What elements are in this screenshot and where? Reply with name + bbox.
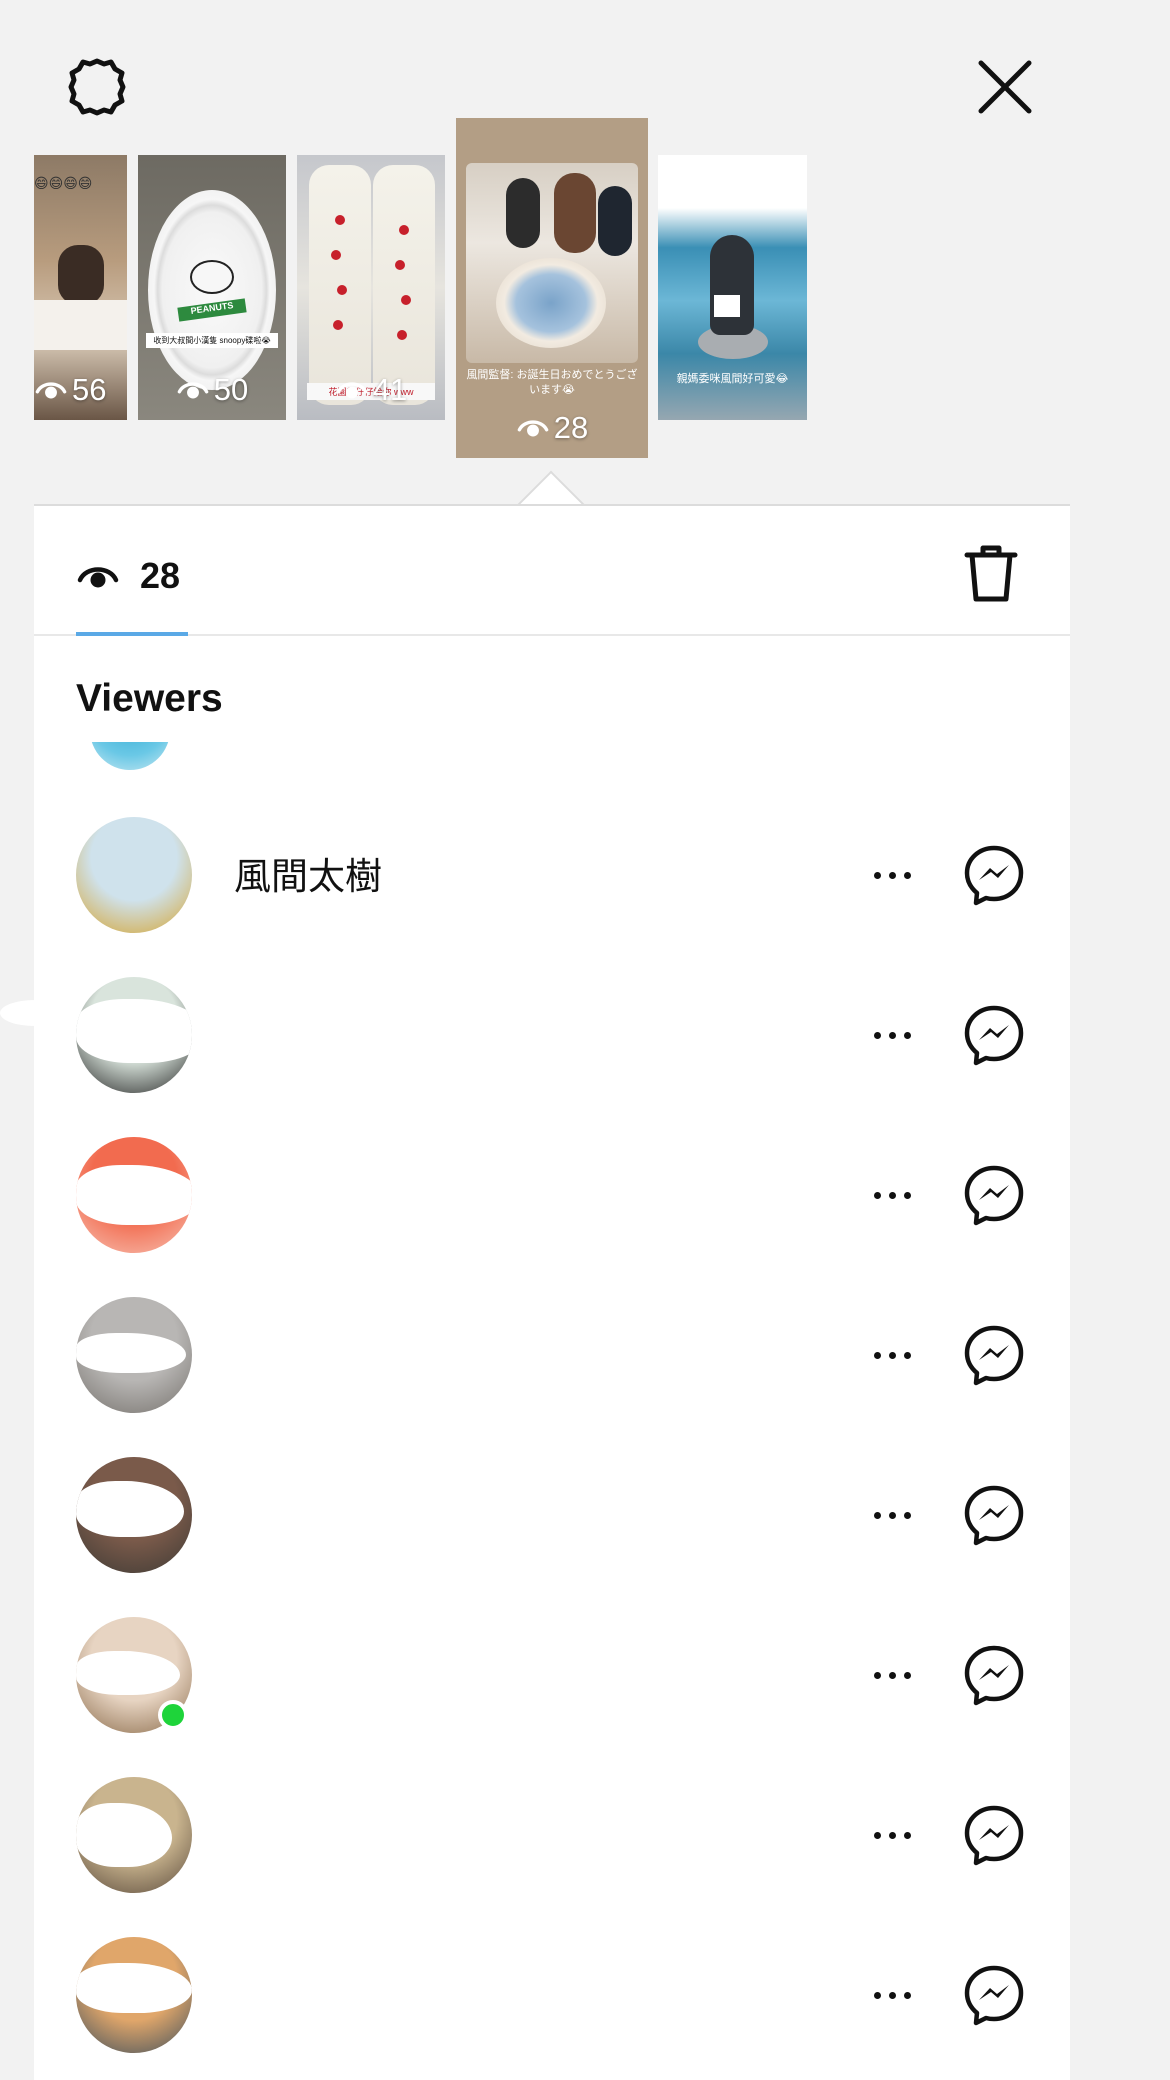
story-thumbnail[interactable]: 😄😄😄😄 56 xyxy=(34,155,127,420)
cherry-pattern xyxy=(335,215,345,225)
thumbnail-emoji: 😄😄😄😄 xyxy=(34,175,93,191)
story-thumbnail[interactable]: 花園般仔仔給你 www 41 xyxy=(297,155,445,420)
viewer-name[interactable]: 風間太樹 xyxy=(234,846,382,900)
messenger-icon[interactable] xyxy=(962,1483,1026,1547)
viewer-row[interactable] xyxy=(34,1930,1070,2080)
thumbnail-caption: 收到大叔間小漢隻 snoopy碟啦😭 xyxy=(146,333,278,348)
messenger-icon[interactable] xyxy=(962,843,1026,907)
figure-toy xyxy=(506,178,540,248)
view-count: 28 xyxy=(456,410,648,446)
avatar[interactable] xyxy=(76,1297,192,1413)
story-thumbnail[interactable]: PEANUTS 收到大叔間小漢隻 snoopy碟啦😭 50 xyxy=(138,155,286,420)
viewer-row[interactable] xyxy=(34,1290,1070,1450)
more-dots-icon[interactable] xyxy=(862,850,922,900)
story-thumbnail[interactable]: 親媽委咪風間好可愛😂 xyxy=(658,155,807,420)
viewer-row[interactable] xyxy=(34,1130,1070,1290)
avatar[interactable] xyxy=(90,742,170,772)
eye-icon xyxy=(336,382,368,399)
redaction-mark xyxy=(76,999,192,1063)
viewer-row[interactable]: 風間太樹 xyxy=(34,810,1070,970)
eye-icon xyxy=(35,382,67,399)
panel-divider xyxy=(34,504,1070,506)
thumbnail-caption: 風間監督: お誕生日おめでとうございます😭 xyxy=(466,369,638,396)
active-tab-indicator xyxy=(76,632,188,636)
view-count-number: 50 xyxy=(213,372,249,407)
more-dots-icon[interactable] xyxy=(862,1330,922,1380)
more-dots-icon[interactable] xyxy=(862,1490,922,1540)
messenger-icon[interactable] xyxy=(962,1163,1026,1227)
redaction-mark xyxy=(76,1333,186,1373)
views-count: 28 xyxy=(140,555,181,596)
panel-tab-bar: 28 xyxy=(34,505,1070,636)
figure-illustration xyxy=(710,235,754,335)
viewer-row[interactable] xyxy=(34,1610,1070,1770)
more-dots-icon[interactable] xyxy=(862,1970,922,2020)
section-title: Viewers xyxy=(76,677,223,720)
messenger-icon[interactable] xyxy=(962,1323,1026,1387)
shirt-photo xyxy=(34,300,127,350)
paper-illustration xyxy=(714,295,740,317)
view-count: 56 xyxy=(34,372,127,408)
redaction-mark xyxy=(76,1963,192,2013)
view-count-number: 56 xyxy=(72,372,107,407)
avatar[interactable] xyxy=(76,977,192,1093)
online-status-dot xyxy=(158,1700,188,1730)
eye-icon xyxy=(177,382,209,399)
viewers-list: 風間太樹 xyxy=(34,810,1070,2080)
redaction-mark xyxy=(0,1000,70,1026)
view-count: 50 xyxy=(138,372,286,408)
eye-icon xyxy=(77,567,119,588)
thumbnail-caption: 親媽委咪風間好可愛😂 xyxy=(676,373,789,385)
messenger-icon[interactable] xyxy=(962,1803,1026,1867)
story-strip[interactable]: 😄😄😄😄 56 PEANUTS 收到大叔間小漢隻 snoopy碟啦😭 50 花園… xyxy=(0,110,1070,510)
view-count-number: 41 xyxy=(372,372,408,407)
messenger-icon[interactable] xyxy=(962,1963,1026,2027)
view-count: 41 xyxy=(297,372,445,408)
viewer-row[interactable] xyxy=(34,1450,1070,1610)
more-dots-icon[interactable] xyxy=(862,1010,922,1060)
messenger-icon[interactable] xyxy=(962,1643,1026,1707)
avatar[interactable] xyxy=(76,817,192,933)
cherry-pattern xyxy=(333,320,343,330)
avatar[interactable] xyxy=(76,1777,192,1893)
cherry-pattern xyxy=(395,260,405,270)
redaction-mark xyxy=(76,1651,180,1695)
cherry-pattern xyxy=(399,225,409,235)
messenger-icon[interactable] xyxy=(962,1003,1026,1067)
redaction-mark xyxy=(76,1803,172,1867)
view-count-number: 28 xyxy=(553,410,589,445)
more-dots-icon[interactable] xyxy=(862,1810,922,1860)
viewers-panel: 28 Viewers 風間太樹 xyxy=(34,505,1070,2080)
redaction-mark xyxy=(76,1165,192,1225)
eye-icon xyxy=(517,420,549,437)
cherry-pattern xyxy=(331,250,341,260)
figure-toy xyxy=(598,186,632,256)
person-photo xyxy=(58,245,104,305)
avatar[interactable] xyxy=(76,1457,192,1573)
latte-art xyxy=(496,258,606,348)
story-thumbnail-selected[interactable]: 風間監督: お誕生日おめでとうございます😭 28 xyxy=(456,118,648,458)
snoopy-illustration xyxy=(190,260,234,294)
cherry-pattern xyxy=(337,285,347,295)
viewer-row[interactable] xyxy=(34,1770,1070,1930)
viewer-row[interactable] xyxy=(34,970,1070,1130)
cherry-pattern xyxy=(397,330,407,340)
cherry-pattern xyxy=(401,295,411,305)
avatar[interactable] xyxy=(76,1937,192,2053)
sock-photo xyxy=(373,165,435,405)
trash-icon[interactable] xyxy=(959,541,1023,605)
redaction-mark xyxy=(76,1481,184,1537)
more-dots-icon[interactable] xyxy=(862,1170,922,1220)
more-dots-icon[interactable] xyxy=(862,1650,922,1700)
avatar[interactable] xyxy=(76,1137,192,1253)
tab-views[interactable]: 28 xyxy=(76,551,180,601)
figure-toy xyxy=(554,173,596,253)
